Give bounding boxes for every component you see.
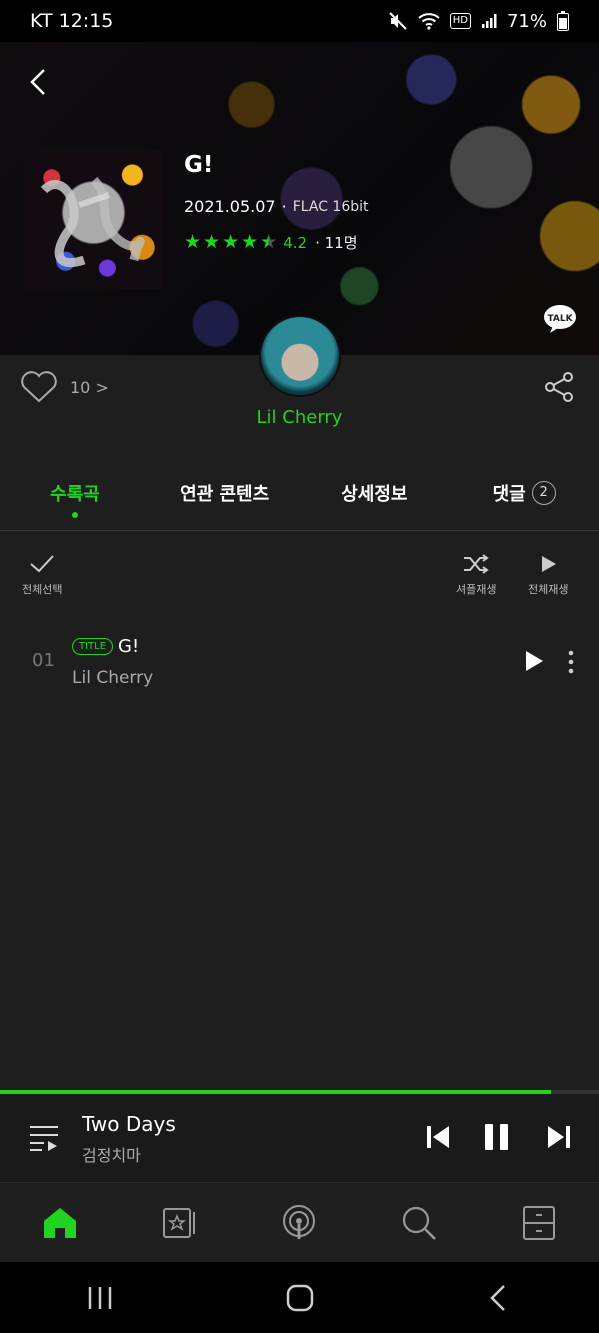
skip-previous-icon [427, 1126, 449, 1148]
track-more-button[interactable] [566, 650, 576, 674]
shuffle-label: 셔플재생 [456, 583, 497, 596]
nav-storage[interactable] [479, 1183, 599, 1262]
shuffle-play-button[interactable]: 셔플재생 [456, 553, 496, 597]
library-icon [162, 1207, 195, 1238]
chevron-left-icon [30, 69, 45, 95]
album-title: G! [184, 152, 214, 178]
tab-label: 수록곡 [50, 483, 100, 505]
wifi-icon [418, 12, 440, 30]
tab-comments[interactable]: 댓글 2 [449, 455, 599, 530]
signal-icon [481, 13, 497, 29]
tab-label: 댓글 [492, 483, 526, 505]
previous-button[interactable] [424, 1122, 454, 1152]
like-count: 10 > [70, 377, 109, 397]
more-vertical-icon [568, 650, 574, 674]
now-playing-artist: 검정치마 [82, 1146, 141, 1165]
battery-percent: 71% [506, 10, 547, 32]
track-toolbar: 전체선택 셔플재생 전체재생 [0, 531, 599, 611]
pause-icon [485, 1124, 508, 1150]
select-all-button[interactable]: 전체선택 [22, 553, 62, 597]
mini-player[interactable]: Two Days 검정치마 [0, 1094, 599, 1182]
kakaotalk-share-button[interactable]: TALK [543, 304, 577, 333]
hd-icon: HD [449, 13, 471, 29]
tab-bar: 수록곡 연관 콘텐츠 상세정보 댓글 2 [0, 455, 599, 531]
play-icon [526, 651, 543, 671]
select-all-label: 전체선택 [22, 583, 63, 596]
home-button-icon [286, 1284, 313, 1311]
tab-label: 연관 콘텐츠 [180, 483, 270, 505]
talk-icon: TALK [544, 305, 576, 333]
release-date: 2021.05.07 [184, 197, 276, 216]
title-badge: TITLE [72, 638, 114, 655]
nav-podcast[interactable] [240, 1183, 360, 1262]
audio-format: FLAC 16bit [292, 198, 369, 215]
album-header: G! 2021.05.07 · FLAC 16bit ★ ★ ★ ★ ★ 4.2… [0, 42, 599, 355]
play-all-label: 전체재생 [528, 583, 569, 596]
playlist-icon [30, 1126, 58, 1151]
talk-label: TALK [547, 314, 573, 324]
share-button[interactable] [543, 371, 575, 403]
tab-details[interactable]: 상세정보 [300, 455, 450, 530]
battery-icon [557, 11, 569, 31]
recent-apps-button[interactable] [0, 1285, 200, 1311]
rating[interactable]: ★ ★ ★ ★ ★ 4.2 · 11명 [184, 232, 358, 253]
bottom-navigation [0, 1182, 599, 1262]
half-star-icon: ★ [260, 231, 278, 253]
home-button[interactable] [200, 1283, 400, 1313]
mute-icon [388, 11, 408, 31]
star-icon: ★ [222, 231, 240, 253]
album-meta: 2021.05.07 · FLAC 16bit [184, 197, 369, 216]
carrier-time: KT 12:15 [30, 10, 114, 32]
track-row[interactable]: 01 TITLE G! Lil Cherry [0, 620, 599, 702]
next-button[interactable] [543, 1122, 573, 1152]
home-icon [43, 1207, 76, 1238]
track-play-button[interactable] [524, 650, 544, 672]
heart-icon [21, 371, 57, 403]
tab-tracks[interactable]: 수록곡 [0, 455, 150, 530]
status-bar: KT 12:15 HD 71% [0, 0, 599, 42]
like-button[interactable]: 10 > [20, 371, 109, 403]
playlist-button[interactable] [28, 1122, 60, 1152]
back-icon [490, 1284, 506, 1311]
album-cover[interactable] [24, 150, 163, 289]
search-icon [403, 1206, 437, 1240]
nav-library[interactable] [120, 1183, 240, 1262]
share-icon [545, 372, 573, 402]
nav-search[interactable] [359, 1183, 479, 1262]
storage-icon [523, 1205, 556, 1240]
track-number: 01 [32, 650, 55, 671]
play-icon [542, 556, 557, 572]
podcast-icon [283, 1204, 316, 1239]
pause-button[interactable] [482, 1122, 512, 1152]
nav-home[interactable] [0, 1183, 120, 1262]
tab-related[interactable]: 연관 콘텐츠 [150, 455, 300, 530]
comment-count-badge: 2 [531, 480, 556, 505]
artist-name[interactable]: Lil Cherry [0, 407, 599, 428]
tab-label: 상세정보 [341, 483, 408, 505]
play-all-button[interactable]: 전체재생 [528, 553, 568, 597]
shuffle-icon [464, 554, 489, 574]
star-icon: ★ [203, 231, 221, 253]
track-title: G! [118, 636, 140, 657]
now-playing-title: Two Days [82, 1112, 176, 1136]
rating-count: · 11명 [315, 234, 358, 252]
track-artist: Lil Cherry [72, 668, 154, 688]
checkmark-icon [30, 555, 54, 573]
rating-score: 4.2 [283, 233, 308, 252]
artist-section: 10 > Lil Cherry [0, 315, 599, 455]
skip-next-icon [548, 1126, 570, 1148]
star-icon: ★ [184, 231, 202, 253]
star-icon: ★ [241, 231, 259, 253]
system-back-button[interactable] [399, 1283, 599, 1313]
system-navigation [0, 1262, 599, 1333]
back-button[interactable] [24, 64, 52, 100]
meta-separator: · [281, 197, 287, 216]
recent-apps-icon [88, 1286, 112, 1309]
